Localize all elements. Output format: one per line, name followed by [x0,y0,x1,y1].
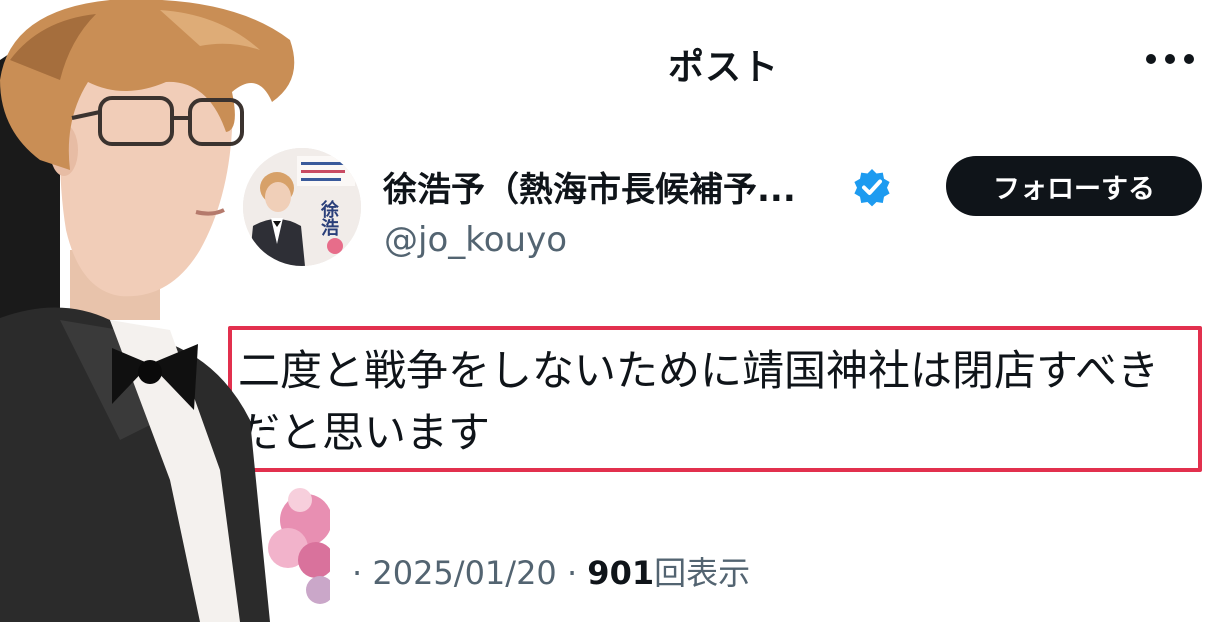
person-photo [0,0,330,622]
views-count: 901 [587,554,655,592]
author-handle[interactable]: @jo_kouyo [384,220,567,260]
more-options-icon[interactable] [1146,54,1200,66]
author-name[interactable]: 徐浩予（熱海市長候補予... [383,162,796,211]
post-text-line-2: だと思います [238,408,491,457]
post-date[interactable]: 2025/01/20 [372,554,556,592]
post-meta: · 2025/01/20 · 901回表示 [352,548,750,594]
post-text-line-1: 二度と戦争をしないために靖国神社は閉店すべき [238,346,1160,395]
follow-button[interactable]: フォローする [946,156,1202,216]
page-title: ポスト [668,47,780,88]
post-text: 二度と戦争をしないために靖国神社は閉店すべき だと思います [238,340,1198,464]
meta-separator: · [566,554,578,592]
views-label: 回表示 [654,554,751,592]
meta-prefix: · [352,554,363,592]
verified-badge-icon [854,169,890,207]
